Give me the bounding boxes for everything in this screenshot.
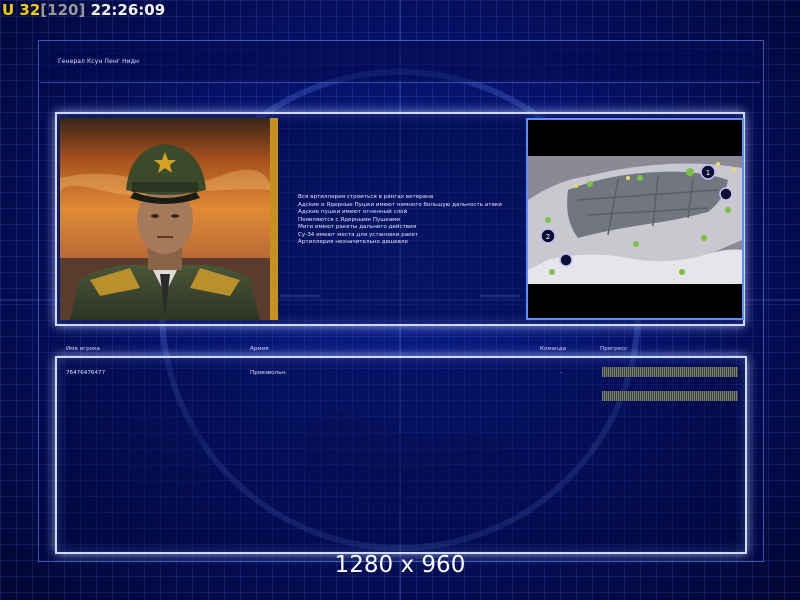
- start-position-2: 2: [546, 233, 550, 241]
- briefing-line: Миги имеют ракеты дальнего действия: [298, 224, 417, 230]
- player-progress-bar: [602, 367, 738, 377]
- start-position-marker: [559, 253, 573, 267]
- general-name: Генерал Ксун Пенг Нидн: [58, 58, 139, 65]
- briefing-line: Артиллерия незначительно дешевле: [298, 239, 408, 245]
- start-position-marker: [719, 187, 733, 201]
- loading-screen: Генерал Ксун Пенг Нидн U 32[120] 22:26:0…: [0, 0, 800, 600]
- hud-units-count: 32: [19, 1, 41, 19]
- column-header-player-name: Имя игрока: [66, 346, 100, 352]
- player-list-panel: [55, 356, 747, 554]
- player-name: 76476476477: [66, 370, 106, 376]
- column-header-progress: Прогресс: [600, 346, 628, 352]
- briefing-line: Появляются с Ядерными Пушками: [298, 216, 401, 223]
- briefing-text: Вся артиллерия строиться в рангах ветера…: [298, 194, 520, 247]
- hud-units-prefix: U: [2, 1, 15, 19]
- extra-progress-bar: [602, 391, 738, 401]
- briefing-line: Вся артиллерия строиться в рангах ветера…: [298, 194, 434, 200]
- general-portrait: [60, 118, 278, 320]
- title-bar: [40, 42, 760, 83]
- briefing-line: Адские и Ядерные Пушки имеют немного бол…: [298, 201, 502, 208]
- hud-status: U 32[120] 22:26:09: [2, 0, 165, 20]
- player-army: Произвольн.: [250, 370, 287, 376]
- resolution-label: 1280 x 960: [334, 552, 466, 578]
- minimap: 1 2: [526, 118, 744, 320]
- hud-clock: 22:26:09: [90, 1, 166, 19]
- briefing-line: Адские пушки имеют огненный слой: [298, 209, 408, 215]
- start-position-1: 1: [706, 169, 710, 177]
- hud-units-max: [120]: [40, 1, 86, 19]
- column-header-army: Армия: [250, 346, 269, 352]
- extra-progress-fill: [602, 391, 738, 401]
- player-progress-fill: [602, 367, 738, 377]
- column-header-team: Команда: [540, 346, 566, 352]
- player-team: -: [560, 370, 563, 376]
- briefing-line: Су-34 имеют места для установки ракет: [298, 231, 419, 238]
